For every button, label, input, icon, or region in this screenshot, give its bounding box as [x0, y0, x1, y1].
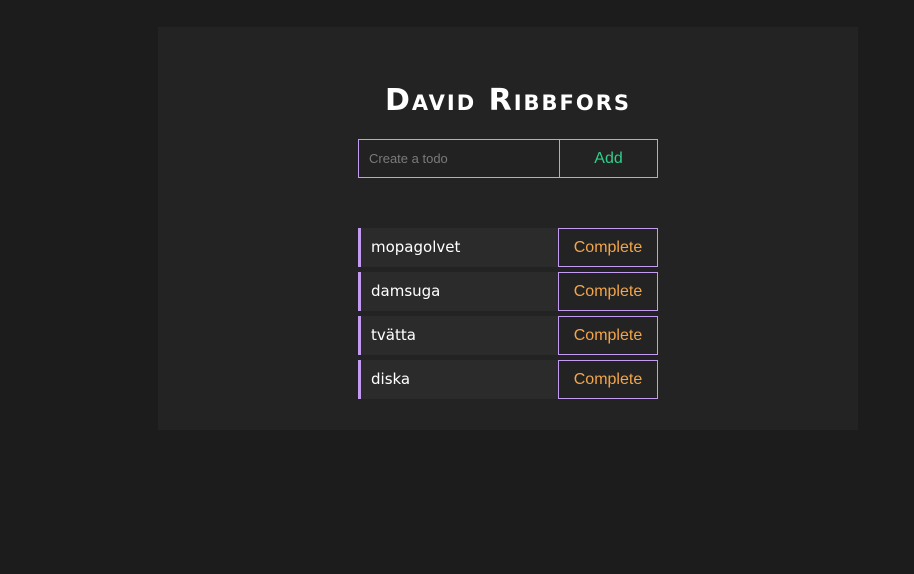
todo-item: tvätta Complete	[358, 316, 658, 355]
complete-button[interactable]: Complete	[558, 316, 658, 355]
add-button[interactable]: Add	[559, 139, 658, 178]
todo-text: damsuga	[358, 272, 558, 311]
complete-button[interactable]: Complete	[558, 360, 658, 399]
complete-button[interactable]: Complete	[558, 228, 658, 267]
create-todo-input[interactable]	[358, 139, 559, 178]
todo-item: damsuga Complete	[358, 272, 658, 311]
complete-button[interactable]: Complete	[558, 272, 658, 311]
todo-text: diska	[358, 360, 558, 399]
todo-text: tvätta	[358, 316, 558, 355]
create-todo-form: Add	[358, 139, 658, 178]
page-title: David Ribbfors	[384, 83, 632, 118]
todo-item: mopagolvet Complete	[358, 228, 658, 267]
todo-list: mopagolvet Complete damsuga Complete tvä…	[358, 228, 658, 404]
todo-item: diska Complete	[358, 360, 658, 399]
todo-text: mopagolvet	[358, 228, 558, 267]
